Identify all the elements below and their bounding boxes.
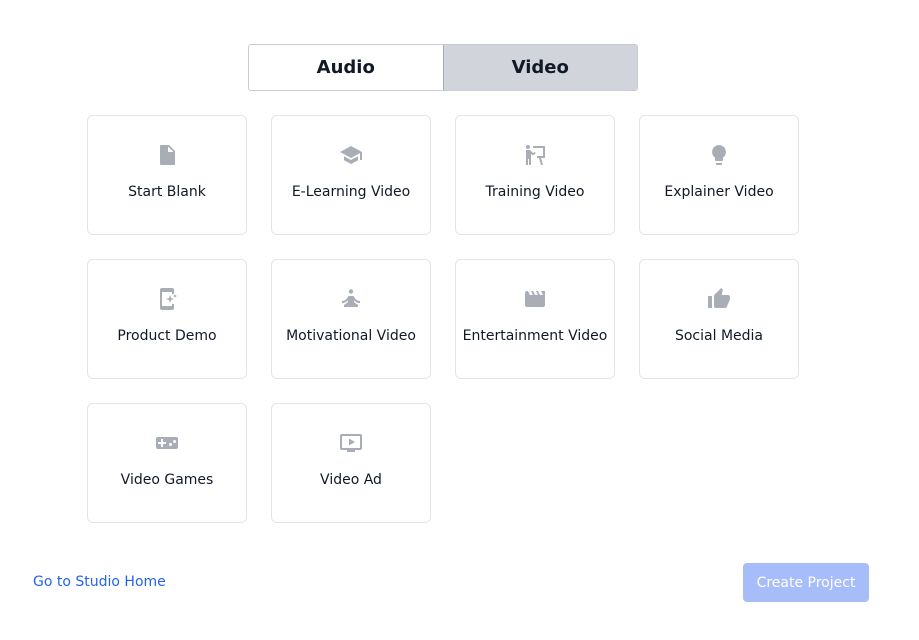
audio-video-toggle: Audio Video [248,44,638,91]
template-card-explainer[interactable]: Explainer Video [639,115,799,235]
go-to-studio-home-link[interactable]: Go to Studio Home [33,574,166,590]
graduation-cap-icon [339,143,363,167]
template-label: Start Blank [128,184,206,200]
template-label: Motivational Video [286,328,416,344]
template-label: Entertainment Video [462,328,608,344]
tv-play-icon [339,431,363,455]
gamepad-icon [155,431,179,455]
template-grid: Start Blank E-Learning Video Training Vi… [87,115,799,523]
template-label: Training Video [485,184,585,200]
template-label: Social Media [674,328,763,344]
template-card-motivational[interactable]: Motivational Video [271,259,431,379]
template-label: Product Demo [117,328,217,344]
video-tab[interactable]: Video [442,45,637,90]
template-card-training[interactable]: Training Video [455,115,615,235]
template-label: Video Games [120,472,214,488]
template-label: Video Ad [320,472,382,488]
template-card-entertainment[interactable]: Entertainment Video [455,259,615,379]
template-card-start-blank[interactable]: Start Blank [87,115,247,235]
template-label: Explainer Video [664,184,774,200]
presenter-board-icon [523,143,547,167]
template-card-social-media[interactable]: Social Media [639,259,799,379]
lightbulb-icon [707,143,731,167]
template-card-video-games[interactable]: Video Games [87,403,247,523]
document-icon [155,143,179,167]
thumbs-up-icon [707,287,731,311]
meditation-icon [339,287,363,311]
clapperboard-icon [523,287,547,311]
template-card-e-learning[interactable]: E-Learning Video [271,115,431,235]
audio-tab[interactable]: Audio [249,45,443,90]
phone-sparkle-icon [155,287,179,311]
template-label: E-Learning Video [291,184,411,200]
template-card-product-demo[interactable]: Product Demo [87,259,247,379]
template-card-video-ad[interactable]: Video Ad [271,403,431,523]
create-project-button[interactable]: Create Project [743,563,869,602]
